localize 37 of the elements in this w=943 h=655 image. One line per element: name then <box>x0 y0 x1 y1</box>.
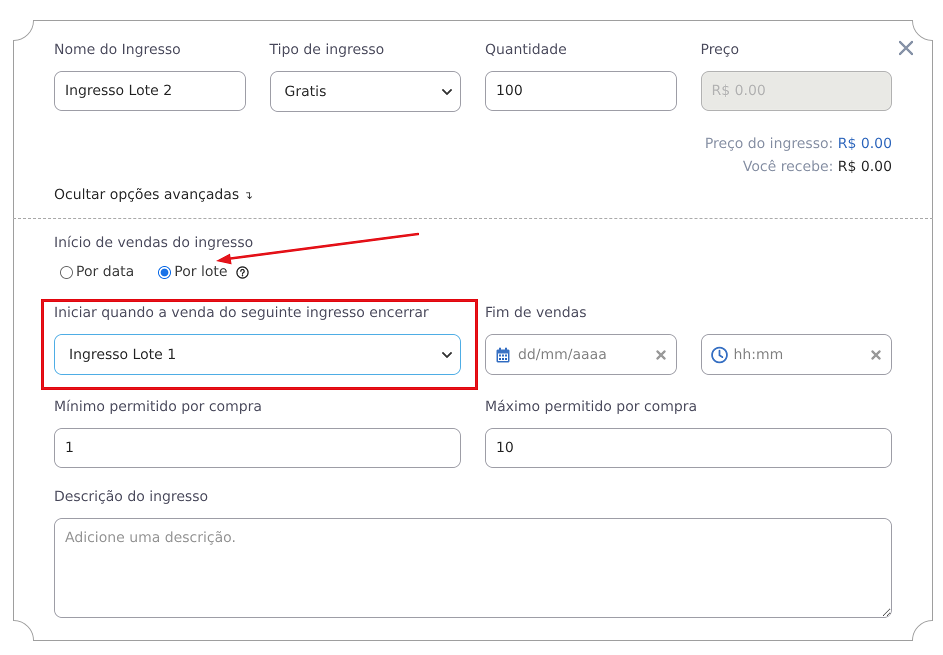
field-label: Máximo permitido por compra <box>485 398 698 416</box>
price-value: R$ 0.00 <box>838 136 892 152</box>
radio-button[interactable] <box>60 266 73 278</box>
number-field[interactable]: 10 <box>485 428 892 468</box>
text-field[interactable]: Ingresso Lote 2 <box>54 71 246 111</box>
field-label: Nome do Ingresso <box>54 41 181 59</box>
field-label: Mínimo permitido por compra <box>54 398 262 416</box>
number-field[interactable]: 1 <box>54 428 461 468</box>
field-label: Quantidade <box>485 41 567 59</box>
chevron-icon <box>442 352 452 358</box>
radio-label[interactable]: Por lote <box>174 264 228 280</box>
calendar-icon <box>496 347 510 362</box>
field-label: Iniciar quando a venda do seguinte ingresso encerrar <box>54 304 429 322</box>
clear-icon[interactable] <box>656 350 666 360</box>
description-field[interactable]: Adicione uma descrição. <box>54 518 892 618</box>
field-label: Descrição do ingresso <box>54 488 208 506</box>
time-field[interactable]: hh:mm <box>700 334 892 375</box>
chevron-icon <box>442 88 452 94</box>
radio-button[interactable] <box>158 266 172 278</box>
price-value: R$ 0.00 <box>838 159 892 175</box>
clear-icon[interactable] <box>871 350 881 360</box>
help-icon[interactable] <box>236 266 249 278</box>
clock-icon <box>710 346 728 363</box>
field-label: Tipo de ingresso <box>270 41 384 59</box>
advanced-options-toggle[interactable]: Ocultar opções avançadas ↴ <box>54 186 253 205</box>
dropdown[interactable]: Ingresso Lote 1 <box>54 334 461 375</box>
price-label: Você recebe: <box>742 159 834 175</box>
date-field[interactable]: dd/mm/aaaa <box>485 334 676 375</box>
field-label: Fim de vendas <box>485 304 586 322</box>
field-label: Início de vendas do ingresso <box>54 234 254 252</box>
dropdown[interactable]: Gratis <box>270 71 461 112</box>
price-label: Preço do ingresso: <box>704 136 834 152</box>
close-button[interactable] <box>898 40 914 56</box>
text-field[interactable]: 100 <box>485 71 676 111</box>
radio-label[interactable]: Por data <box>76 264 134 280</box>
field-label: Preço <box>700 41 740 59</box>
close-icon <box>898 40 914 56</box>
